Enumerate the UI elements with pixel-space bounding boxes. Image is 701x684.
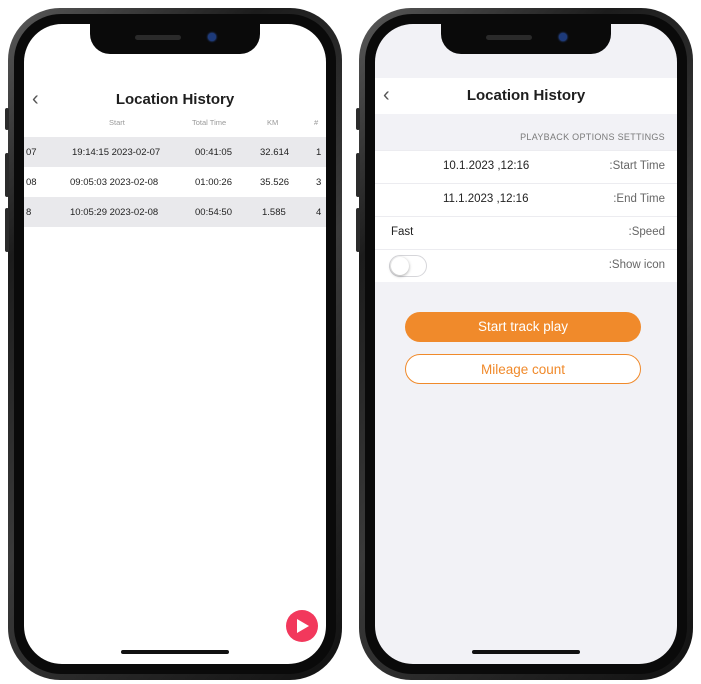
back-chevron-icon[interactable]: ‹	[383, 84, 390, 106]
cell-total-time: 00:54:50	[195, 207, 232, 218]
table-row[interactable]: 08 09:05:03 2023-02-08 01:00:26 35.526 3	[24, 167, 326, 197]
phone-left: ‹ Location History Start Total Time KM #…	[5, 8, 342, 680]
page-title: Location History	[466, 87, 586, 104]
home-indicator[interactable]	[121, 650, 229, 654]
header-km: KM	[267, 118, 279, 127]
header-index: #	[314, 118, 319, 127]
end-time-value: 11.1.2023 ,12:16	[443, 193, 529, 205]
header-start: Start	[109, 118, 125, 127]
side-button	[356, 108, 360, 130]
cell-total-time: 00:41:05	[195, 147, 232, 158]
back-chevron-icon[interactable]: ‹	[32, 88, 39, 110]
table-header: Start Total Time KM #	[24, 112, 326, 134]
show-icon-row: :Show icon	[375, 249, 677, 282]
cell-partial: 07	[26, 147, 37, 158]
show-icon-toggle[interactable]	[389, 255, 427, 277]
start-time-row[interactable]: 10.1.2023 ,12:16 :Start Time	[375, 150, 677, 183]
show-icon-label: :Show icon	[608, 259, 665, 271]
play-icon	[297, 619, 309, 633]
table-row[interactable]: 8 10:05:29 2023-02-08 00:54:50 1.585 4	[24, 197, 326, 227]
end-time-row[interactable]: 11.1.2023 ,12:16 :End Time	[375, 183, 677, 216]
play-fab-button[interactable]	[286, 610, 318, 642]
screen-left: ‹ Location History Start Total Time KM #…	[24, 24, 326, 664]
phone-right: ‹ Location History PLAYBACK OPTIONS SETT…	[356, 8, 693, 680]
notch	[90, 24, 260, 54]
cell-start: 09:05:03 2023-02-08	[70, 177, 159, 188]
toggle-knob	[391, 257, 409, 275]
screen-right: ‹ Location History PLAYBACK OPTIONS SETT…	[375, 24, 677, 664]
speed-label: :Speed	[628, 226, 665, 238]
start-time-value: 10.1.2023 ,12:16	[443, 160, 530, 172]
cell-index: 4	[316, 207, 322, 218]
cell-index: 3	[316, 177, 322, 188]
page-title: Location History	[115, 91, 235, 108]
cell-index: 1	[316, 147, 322, 158]
cell-start: 19:14:15 2023-02-07	[72, 147, 161, 158]
mileage-count-button[interactable]: Mileage count	[405, 354, 641, 384]
volume-up-button	[356, 153, 360, 197]
table-row[interactable]: 07 19:14:15 2023-02-07 00:41:05 32.614 1	[24, 137, 326, 167]
cell-total-time: 01:00:26	[195, 177, 232, 188]
volume-down-button	[5, 208, 9, 252]
section-header: PLAYBACK OPTIONS SETTINGS	[520, 132, 665, 142]
nav-bar: ‹ Location History	[24, 88, 326, 112]
speed-value: Fast	[391, 226, 414, 238]
header-total-time: Total Time	[192, 118, 227, 127]
start-time-label: :Start Time	[609, 160, 665, 172]
side-button	[5, 108, 9, 130]
volume-down-button	[356, 208, 360, 252]
cell-partial: 8	[26, 207, 32, 218]
cell-km: 1.585	[262, 207, 286, 218]
cell-km: 32.614	[260, 147, 290, 158]
volume-up-button	[5, 153, 9, 197]
cell-km: 35.526	[260, 177, 290, 188]
notch	[441, 24, 611, 54]
cell-start: 10:05:29 2023-02-08	[70, 207, 159, 218]
start-track-play-button[interactable]: Start track play	[405, 312, 641, 342]
end-time-label: :End Time	[613, 193, 665, 205]
cell-partial: 08	[26, 177, 37, 188]
home-indicator[interactable]	[472, 650, 580, 654]
speed-row[interactable]: Fast :Speed	[375, 216, 677, 249]
